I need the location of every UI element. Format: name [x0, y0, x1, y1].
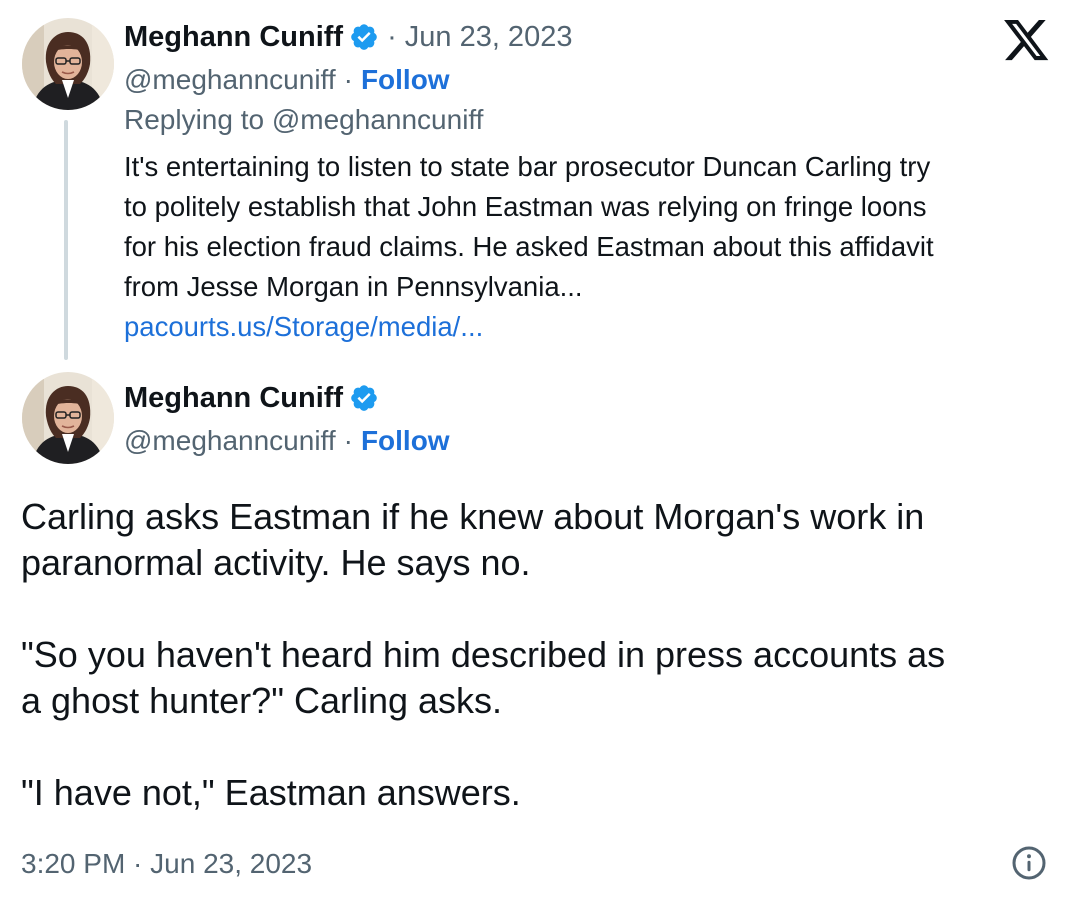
text-line: "So you haven't heard him described in p…: [21, 634, 946, 675]
follow-button[interactable]: Follow: [361, 62, 450, 98]
text-line: a ghost hunter?" Carling asks.: [21, 680, 503, 721]
handle-separator: ·: [343, 64, 353, 95]
verified-badge-icon: [349, 383, 379, 413]
text-line: from Jesse Morgan in Pennsylvania...: [124, 271, 583, 302]
text-line: to politely establish that John Eastman …: [124, 191, 927, 222]
tweet-link[interactable]: pacourts.us/Storage/media/...: [124, 311, 483, 342]
text-line: for his election fraud claims. He asked …: [124, 231, 934, 262]
author-handle[interactable]: @meghanncuniff: [124, 62, 336, 98]
main-tweet-text: Carling asks Eastman if he knew about Mo…: [21, 494, 945, 816]
replying-to: Replying to @meghanncuniff: [124, 104, 484, 135]
avatar-main[interactable]: [22, 372, 114, 464]
avatar-photo: [22, 18, 114, 110]
text-line: "I have not," Eastman answers.: [21, 772, 521, 813]
tweet-date[interactable]: Jun 23, 2023: [405, 19, 573, 55]
follow-button[interactable]: Follow: [361, 423, 450, 459]
info-icon[interactable]: [1011, 845, 1047, 886]
parent-tweet-text: It's entertaining to listen to state bar…: [124, 147, 934, 347]
avatar-parent[interactable]: [22, 18, 114, 110]
verified-badge-icon: [349, 22, 379, 52]
author-handle[interactable]: @meghanncuniff: [124, 423, 336, 459]
author-name[interactable]: Meghann Cuniff: [124, 19, 343, 55]
main-name-row: Meghann Cuniff: [124, 380, 379, 416]
separator: ·: [387, 21, 397, 53]
x-logo-icon[interactable]: [1004, 20, 1050, 67]
main-handle-row: @meghanncuniff · Follow: [124, 423, 450, 459]
text-line: It's entertaining to listen to state bar…: [124, 151, 931, 182]
author-name[interactable]: Meghann Cuniff: [124, 380, 343, 416]
tweet-timestamp[interactable]: 3:20 PM · Jun 23, 2023: [21, 846, 312, 882]
text-line: Carling asks Eastman if he knew about Mo…: [21, 496, 925, 537]
avatar-photo: [22, 372, 114, 464]
text-line: paranormal activity. He says no.: [21, 542, 531, 583]
parent-name-row: Meghann Cuniff · Jun 23, 2023: [124, 19, 572, 55]
parent-handle-row: @meghanncuniff · Follow: [124, 62, 450, 98]
handle-separator: ·: [343, 425, 353, 456]
thread-connector-line: [64, 120, 68, 360]
